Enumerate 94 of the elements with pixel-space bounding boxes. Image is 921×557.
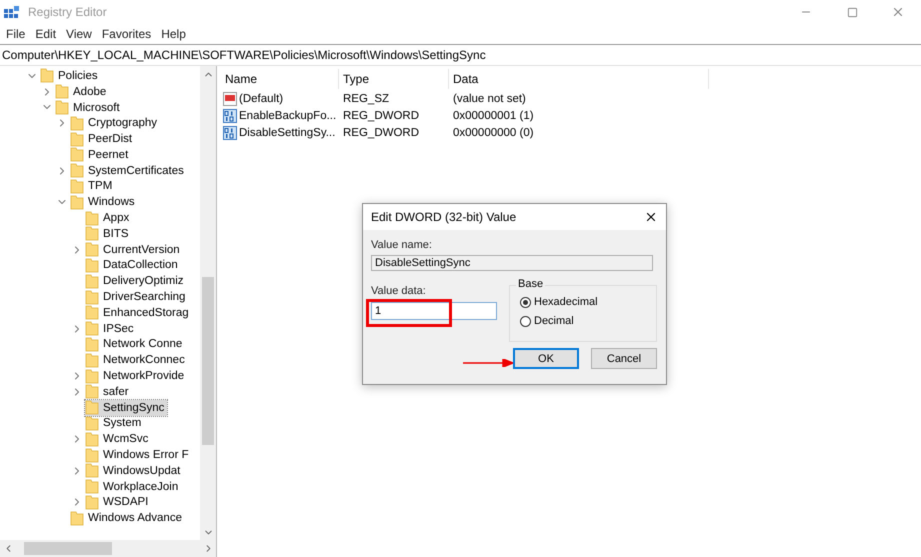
value-data: (value not set) — [453, 92, 526, 104]
value-data: 0x00000000 (0) — [453, 126, 534, 138]
binary-value-icon — [223, 126, 237, 140]
tree-node[interactable]: Windows Advance — [70, 510, 185, 526]
value-name: (Default) — [239, 92, 284, 104]
tree-node[interactable]: SettingSync — [85, 400, 168, 416]
tree-node[interactable]: SystemCertificates — [70, 162, 187, 179]
folder-icon — [85, 226, 99, 242]
tree-node[interactable]: TPM — [70, 178, 116, 194]
folder-icon — [85, 258, 99, 273]
dialog-button[interactable]: OK — [513, 348, 579, 369]
folder-icon — [85, 463, 99, 478]
folder-icon — [70, 510, 84, 526]
tree-node[interactable]: WSDAPI — [85, 494, 152, 510]
tree-node[interactable]: WorkplaceJoin — [85, 478, 182, 495]
tree-node[interactable]: WindowsUpdat — [85, 462, 184, 479]
folder-icon — [85, 321, 99, 336]
tree-node[interactable]: Microsoft — [55, 100, 123, 116]
value-name: EnableBackupFo... — [239, 110, 336, 122]
address-bar[interactable]: Computer\HKEY_LOCAL_MACHINE\SOFTWARE\Policies\Microsoft\Windows\SettingSync — [0, 44, 921, 66]
pointer-arrow-icon — [463, 359, 513, 367]
vertical-scrollbar[interactable] — [200, 66, 216, 540]
tree-node[interactable]: Policies — [40, 68, 101, 84]
folder-icon — [70, 163, 84, 178]
menu-item[interactable]: Favorites — [98, 27, 158, 41]
tree-node[interactable]: System — [85, 415, 144, 432]
field-label: Value data: — [371, 285, 427, 297]
folder-icon — [85, 352, 99, 368]
folder-icon — [70, 194, 84, 210]
horizontal-scrollbar[interactable] — [0, 540, 216, 557]
tree-node[interactable]: NetworkConnec — [85, 352, 188, 368]
value-name-field[interactable]: DisableSettingSync — [371, 255, 653, 271]
value-name: DisableSettingSy... — [239, 126, 336, 138]
radio-option[interactable]: Hexadecimal — [520, 294, 656, 310]
folder-icon — [85, 368, 99, 384]
tree-node[interactable]: Peernet — [70, 146, 132, 163]
menu-item[interactable]: Edit — [31, 27, 62, 41]
tree-node[interactable]: IPSec — [85, 320, 137, 337]
folder-icon — [55, 100, 69, 115]
tree-node[interactable]: EnhancedStorag — [85, 304, 192, 321]
tree-node[interactable]: Appx — [85, 210, 132, 226]
tree-node[interactable]: BITS — [85, 226, 132, 242]
folder-icon — [70, 178, 84, 194]
column-header[interactable]: Data — [449, 69, 709, 89]
binary-value-icon — [223, 108, 237, 122]
tree-node[interactable]: safer — [85, 384, 132, 400]
column-header[interactable]: Type — [339, 69, 449, 89]
tree-node[interactable]: Windows — [70, 194, 138, 210]
string-value-icon — [223, 92, 237, 106]
tree-node[interactable]: PeerDist — [70, 131, 136, 148]
folder-icon — [70, 132, 84, 147]
tree-node[interactable]: DeliveryOptimiz — [85, 273, 187, 290]
folder-icon — [85, 494, 99, 510]
value-type: REG_DWORD — [343, 126, 420, 138]
tree-node[interactable]: NetworkProvide — [85, 368, 188, 384]
folder-icon — [55, 84, 69, 100]
value-type: REG_SZ — [343, 92, 390, 104]
folder-icon — [85, 305, 99, 320]
value-data: 0x00000001 (1) — [453, 110, 534, 122]
folder-icon — [85, 242, 99, 258]
tree-node[interactable]: DataCollection — [85, 257, 181, 274]
menu-item[interactable]: Help — [157, 27, 192, 41]
folder-icon — [85, 416, 99, 431]
menu-item[interactable]: View — [62, 27, 98, 41]
radio-option[interactable]: Decimal — [520, 313, 656, 329]
tree-node[interactable]: Cryptography — [70, 115, 160, 132]
folder-icon — [85, 210, 99, 226]
tree-node[interactable]: WcmSvc — [85, 431, 152, 448]
dialog-title: Edit DWORD (32-bit) Value — [371, 210, 518, 224]
folder-icon — [40, 68, 54, 84]
value-data-field[interactable]: 1 — [371, 302, 497, 320]
folder-icon — [85, 432, 99, 447]
menu-item[interactable]: File — [2, 27, 32, 41]
tree-node[interactable]: Network Conne — [85, 336, 186, 352]
field-label: Value name: — [371, 239, 433, 251]
tree-node[interactable]: DriverSearching — [85, 289, 188, 306]
group-label: Base — [516, 278, 546, 290]
folder-icon — [85, 290, 99, 305]
window-title: Registry Editor — [28, 5, 108, 19]
folder-icon — [85, 274, 99, 289]
registry-app-icon — [4, 5, 20, 19]
value-type: REG_DWORD — [343, 110, 420, 122]
tree-node[interactable]: Adobe — [55, 84, 110, 100]
dialog-button[interactable]: Cancel — [591, 348, 657, 369]
folder-icon — [70, 116, 84, 131]
tree-node[interactable]: Windows Error F — [85, 447, 192, 464]
folder-icon — [85, 479, 99, 494]
column-header[interactable]: Name — [221, 69, 339, 89]
folder-icon — [85, 336, 99, 352]
folder-icon — [85, 384, 99, 400]
folder-icon — [85, 448, 99, 463]
folder-icon — [70, 147, 84, 162]
folder-icon — [85, 400, 99, 416]
tree-node[interactable]: CurrentVersion — [85, 242, 183, 258]
